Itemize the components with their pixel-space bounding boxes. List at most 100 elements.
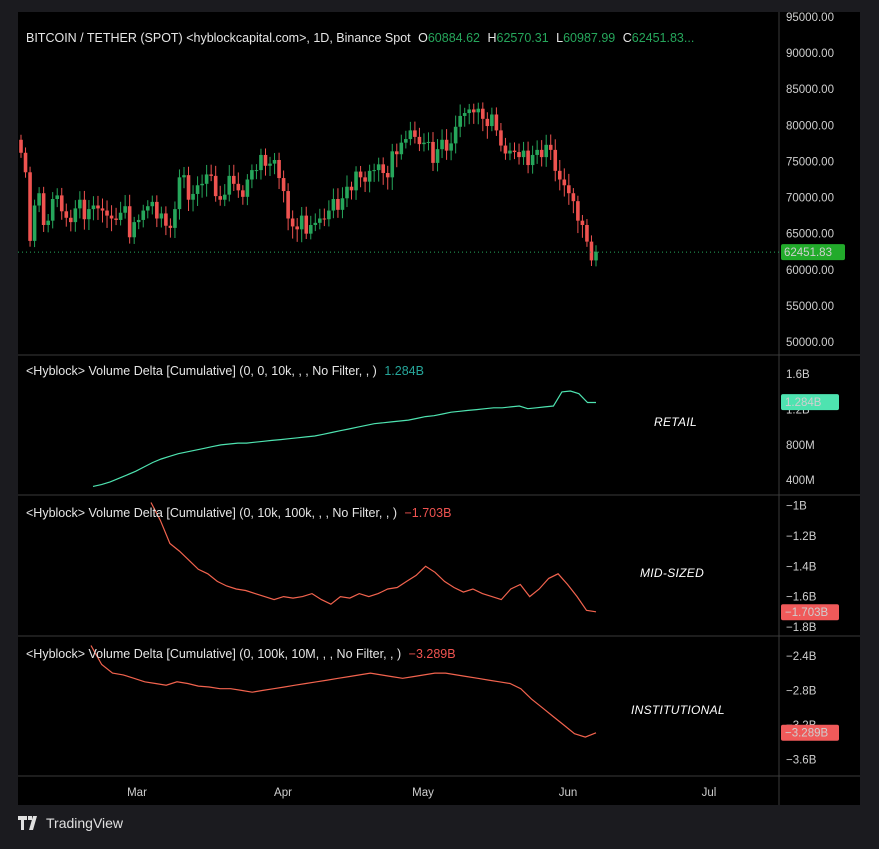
candle-body <box>109 215 114 219</box>
candle-body <box>553 149 558 171</box>
candle-body <box>73 208 78 223</box>
tradingview-logo-icon <box>18 816 37 830</box>
candle-body <box>272 160 277 164</box>
candle-body <box>132 222 136 238</box>
candle-body <box>159 213 164 219</box>
candle-body <box>59 195 64 212</box>
candle-body <box>363 177 367 182</box>
inst-axis-label: −3.6B <box>786 755 817 767</box>
candle-body <box>376 164 381 171</box>
candle-body <box>227 175 232 195</box>
price-axis-label: 55000.00 <box>786 301 834 313</box>
candle-body <box>544 144 548 158</box>
candle-body <box>177 177 182 210</box>
candle-body <box>136 219 141 223</box>
candle-body <box>173 209 177 228</box>
candle-body <box>490 114 494 127</box>
candle-body <box>195 185 200 194</box>
candle-body <box>322 218 327 220</box>
candle-body <box>354 171 358 191</box>
candle-body <box>41 193 46 225</box>
candle-body <box>440 139 444 150</box>
inst-legend: <Hyblock> Volume Delta [Cumulative] (0, … <box>26 647 456 661</box>
candle-body <box>290 218 295 227</box>
retail-series-line <box>92 390 596 487</box>
candle-body <box>557 170 562 180</box>
o-label: O <box>418 31 428 45</box>
candle-body <box>96 205 100 209</box>
candle-body <box>304 215 309 234</box>
candle-body <box>186 175 191 200</box>
mid-legend: <Hyblock> Volume Delta [Cumulative] (0, … <box>26 506 451 520</box>
retail-axis-label: 800M <box>786 440 815 452</box>
candle-body <box>299 215 304 230</box>
inst-legend-value: −3.289B <box>408 647 456 661</box>
candle-body <box>358 171 363 178</box>
candle-body <box>281 178 286 192</box>
main-legend: BITCOIN / TETHER (SPOT) <hyblockcapital.… <box>26 31 694 45</box>
candle-body <box>318 218 322 223</box>
retail-legend: <Hyblock> Volume Delta [Cumulative] (0, … <box>26 364 424 378</box>
mid-axis-label: −1.6B <box>786 592 817 604</box>
candle-body <box>530 154 535 166</box>
o-value: 60884.62 <box>427 31 480 45</box>
candle-body <box>548 144 553 150</box>
candle-body <box>182 175 186 178</box>
candle-body <box>82 199 87 220</box>
candle-body <box>286 191 290 219</box>
candle-body <box>277 160 281 179</box>
chart-canvas[interactable]: Mar Apr May Jun Jul 95000.00 90000.00 85000.00 8… <box>18 12 860 805</box>
candle-body <box>422 142 426 145</box>
candle-body <box>367 170 372 182</box>
candle-body <box>390 151 395 178</box>
mid-legend-value: −1.703B <box>404 506 452 520</box>
candle-body <box>499 130 503 146</box>
candle-body <box>327 210 331 220</box>
h-label: H <box>487 31 497 45</box>
symbol-text: BITCOIN / TETHER (SPOT) <hyblockcapital.… <box>26 31 411 45</box>
inst-label: INSTITUTIONAL <box>631 703 725 717</box>
candle-body <box>150 201 155 207</box>
retail-legend-value: 1.284B <box>384 364 424 378</box>
candle-body <box>471 109 476 113</box>
l-value: 60987.99 <box>563 31 616 45</box>
candle-body <box>50 199 55 221</box>
candle-body <box>118 212 123 220</box>
candle-body <box>145 206 150 211</box>
candle-body <box>345 186 349 199</box>
chart-frame: Mar Apr May Jun Jul 95000.00 90000.00 85000.00 8… <box>18 12 860 805</box>
price-axis-label: 50000.00 <box>786 337 834 349</box>
time-axis-label: Jul <box>702 787 717 799</box>
last-price-tag-text: 62451.83 <box>784 247 832 259</box>
candle-body <box>467 109 472 114</box>
c-label: C <box>622 31 632 45</box>
candle-body <box>458 115 462 127</box>
candle-body <box>19 139 23 153</box>
candle-body <box>295 226 299 230</box>
candle-body <box>254 170 259 172</box>
candle-body <box>449 143 453 151</box>
candle-body <box>259 154 263 171</box>
candle-body <box>576 201 580 221</box>
inst-axis-label: −2.8B <box>786 685 817 697</box>
candle-body <box>485 118 490 127</box>
candle-body <box>69 217 73 223</box>
candle-body <box>517 152 521 158</box>
retail-legend-text: <Hyblock> Volume Delta [Cumulative] (0, … <box>26 364 377 378</box>
price-axis-label: 95000.00 <box>786 12 834 24</box>
retail-label: RETAIL <box>654 415 697 429</box>
candle-body <box>394 151 399 155</box>
candle-body <box>408 130 413 140</box>
candle-body <box>585 225 589 242</box>
candle-body <box>37 193 41 206</box>
candle-body <box>241 190 245 197</box>
candle-body <box>28 172 32 241</box>
candle-body <box>32 205 37 241</box>
price-axis-label: 75000.00 <box>786 156 834 168</box>
candle-body <box>46 220 50 225</box>
candle-body <box>218 196 223 200</box>
candle-body <box>481 108 485 119</box>
candle-body <box>349 186 354 191</box>
brand-text: TradingView <box>46 815 124 831</box>
candle-body <box>55 195 60 199</box>
